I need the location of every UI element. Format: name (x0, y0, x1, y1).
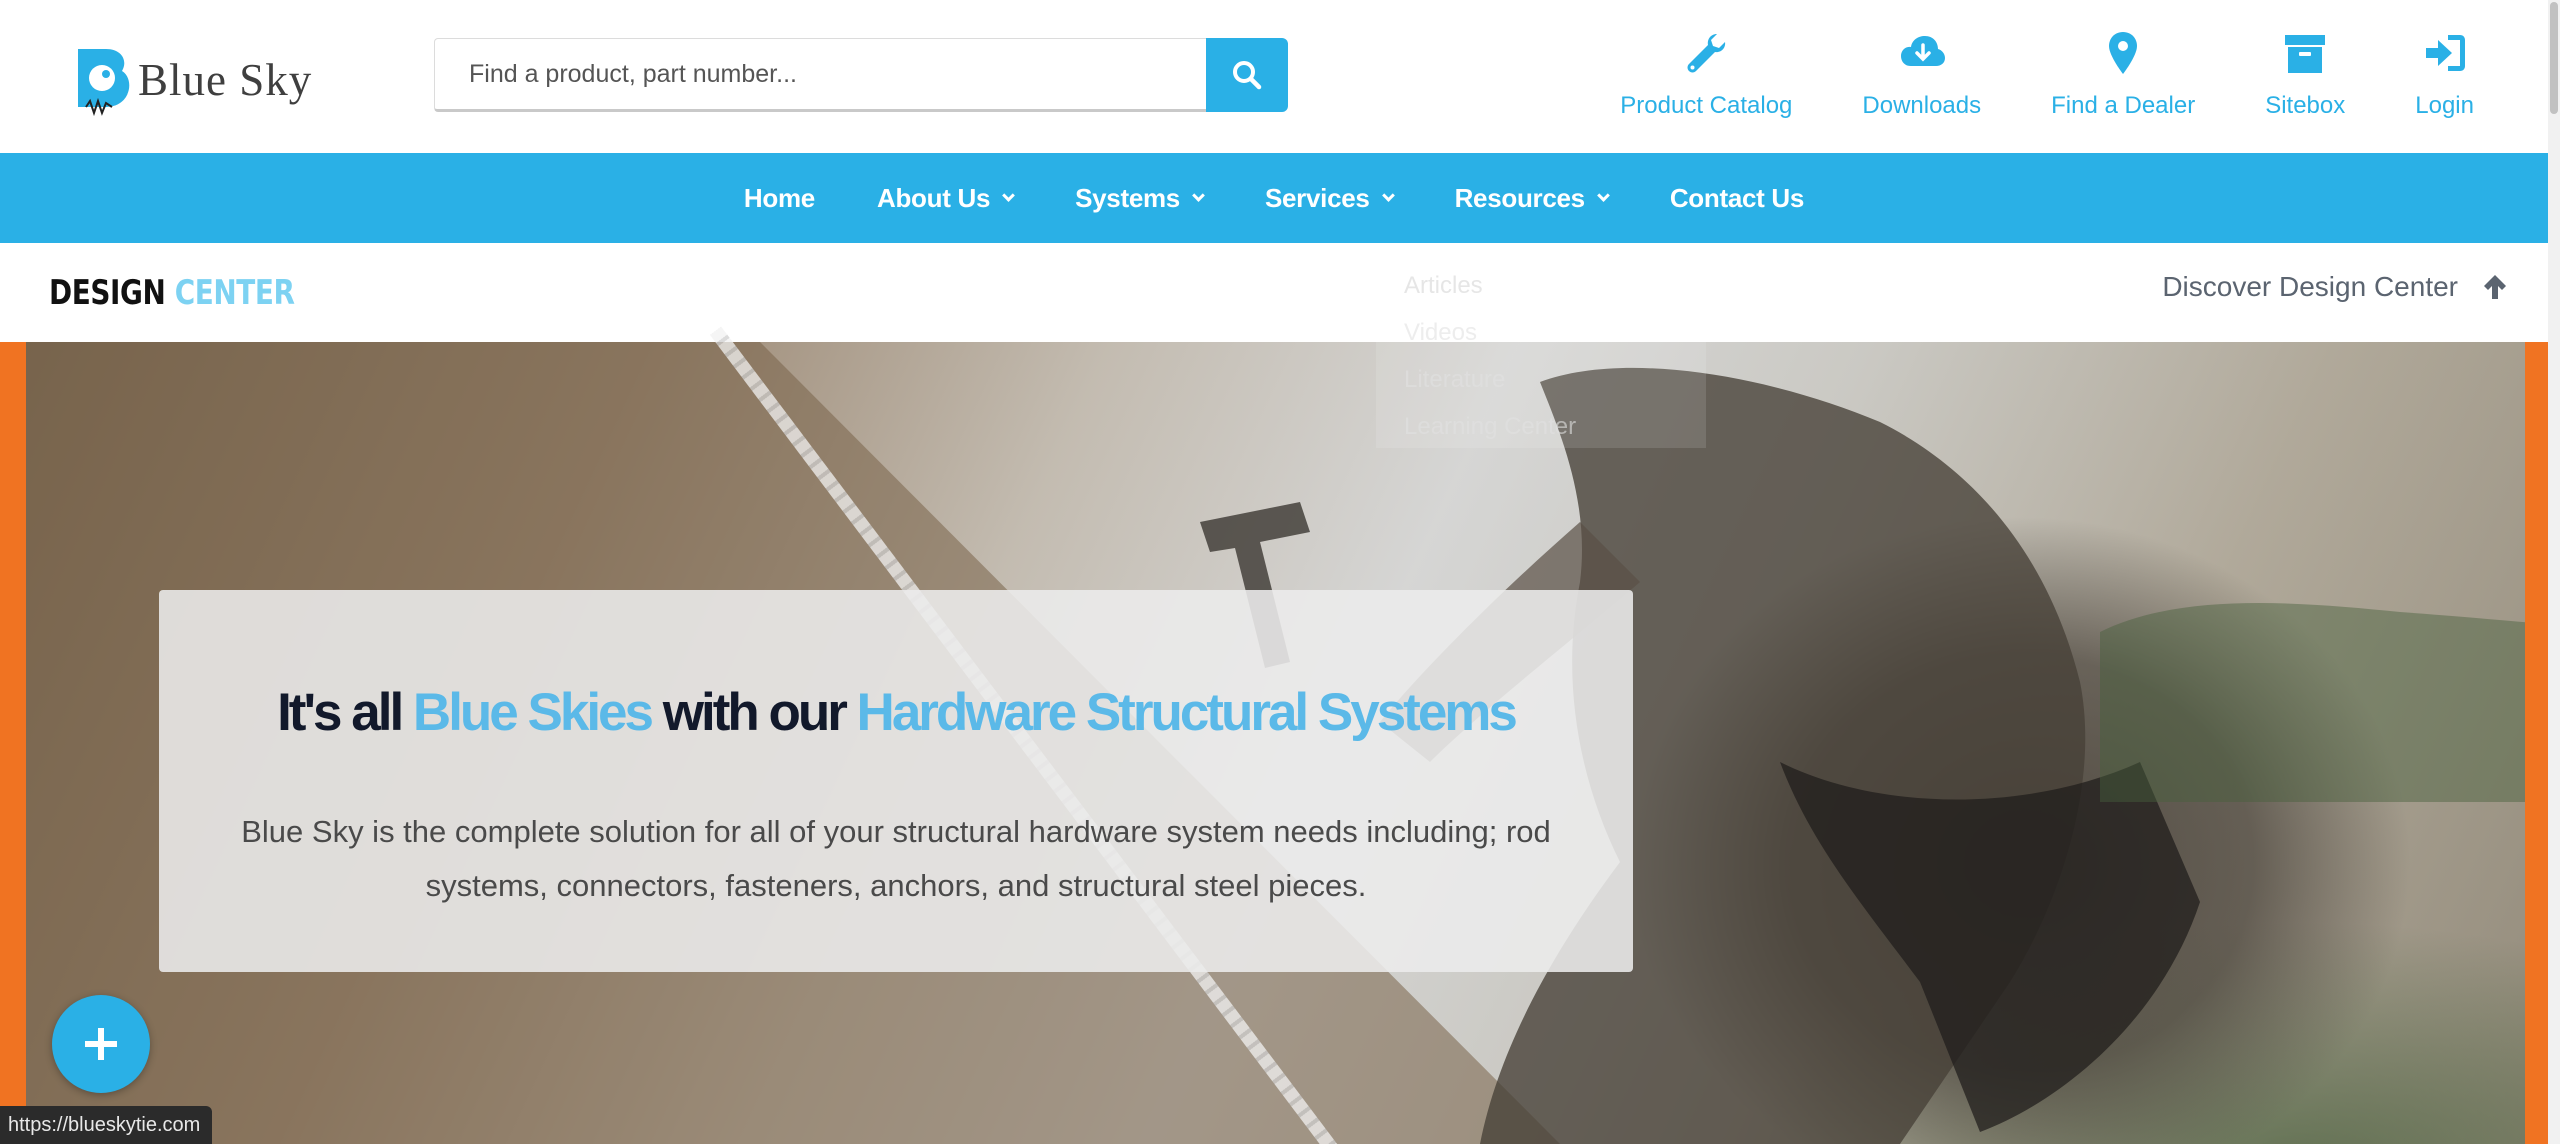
login-label: Login (2415, 92, 2474, 119)
nav-about-us[interactable]: About Us (876, 182, 1015, 214)
archive-box-icon (2285, 35, 2326, 73)
hero-title-part3: with our (651, 683, 857, 742)
discover-design-center-link[interactable]: Discover Design Center (2162, 271, 2508, 303)
search-icon (1233, 61, 1262, 90)
top-links: Product Catalog Downloads Find a Dealer … (1620, 30, 2474, 120)
search-bar (434, 38, 1288, 112)
downloads-link[interactable]: Downloads (1862, 30, 1981, 120)
design-center-bar: DESIGN CENTER Discover Design Center (0, 243, 2548, 342)
nav-systems[interactable]: Systems (1075, 182, 1205, 214)
hero-title-part1: It's all (277, 683, 413, 742)
blue-sky-logo[interactable]: Blue Sky (72, 40, 312, 120)
nav-contact-us-label: Contact Us (1669, 182, 1805, 213)
nav-home-label: Home (743, 182, 815, 213)
find-a-dealer-label: Find a Dealer (2051, 92, 2196, 119)
find-a-dealer-link[interactable]: Find a Dealer (2051, 30, 2195, 120)
floating-add-button[interactable] (52, 995, 150, 1093)
arrow-up-icon (2484, 275, 2506, 299)
dropdown-item-articles[interactable]: Articles (1404, 272, 1483, 300)
wrench-icon (1687, 34, 1726, 73)
chevron-down-icon (1596, 188, 1610, 202)
map-pin-icon (2109, 32, 2138, 74)
dropdown-item-videos[interactable]: Videos (1404, 319, 1477, 347)
status-bar-url: https://blueskytie.com (0, 1106, 213, 1144)
search-button[interactable] (1206, 38, 1288, 112)
design-center-logo-part1: DESIGN (49, 273, 166, 313)
scrollbar-thumb[interactable] (2550, 2, 2558, 114)
left-accent-border (0, 342, 26, 1144)
login-link[interactable]: Login (2415, 30, 2474, 120)
design-center-logo[interactable]: DESIGN CENTER (49, 273, 295, 313)
product-catalog-link[interactable]: Product Catalog (1620, 30, 1792, 120)
logo-text: Blue Sky (138, 55, 313, 105)
downloads-label: Downloads (1862, 92, 1982, 119)
hero-card: It's all Blue Skies with our Hardware St… (159, 590, 1633, 972)
sitebox-label: Sitebox (2265, 92, 2346, 119)
search-input[interactable] (434, 38, 1206, 112)
nav-home[interactable]: Home (744, 183, 815, 214)
nav-services[interactable]: Services (1264, 182, 1395, 214)
product-catalog-label: Product Catalog (1620, 92, 1793, 119)
hero-title: It's all Blue Skies with our Hardware St… (159, 682, 1633, 743)
nav-resources[interactable]: Resources (1454, 182, 1610, 214)
discover-design-center-label: Discover Design Center (2162, 271, 2458, 302)
hero-title-part2: Blue Skies (412, 683, 654, 742)
dropdown-item-learning-center[interactable]: Learning Center (1404, 413, 1576, 441)
page-scrollbar[interactable] (2548, 0, 2560, 1144)
nav-systems-label: Systems (1075, 182, 1180, 213)
sitebox-link[interactable]: Sitebox (2265, 30, 2345, 120)
logo-mark-icon (78, 49, 130, 117)
chevron-down-icon (1381, 188, 1395, 202)
nav-contact-us[interactable]: Contact Us (1669, 182, 1805, 214)
sign-in-icon (2425, 35, 2465, 71)
cloud-download-icon (1900, 36, 1945, 66)
right-accent-border (2525, 342, 2548, 1144)
chevron-down-icon (1002, 188, 1015, 202)
nav-resources-label: Resources (1454, 182, 1586, 213)
nav-services-label: Services (1264, 182, 1370, 213)
nav-about-us-label: About Us (876, 182, 991, 213)
site-header: Blue Sky Product Catalog Downloads (0, 0, 2560, 153)
plus-icon (85, 1028, 117, 1060)
design-center-logo-part2: CENTER (174, 273, 295, 313)
chevron-down-icon (1192, 188, 1205, 202)
hero-title-part4: Hardware Structural Systems (856, 683, 1518, 742)
main-nav: Home About Us Systems Services Resources… (0, 153, 2548, 243)
resources-dropdown-menu: Articles Videos Literature Learning Cent… (1376, 262, 1706, 448)
hero-description: Blue Sky is the complete solution for al… (241, 814, 1551, 903)
dropdown-item-literature[interactable]: Literature (1404, 366, 1505, 394)
